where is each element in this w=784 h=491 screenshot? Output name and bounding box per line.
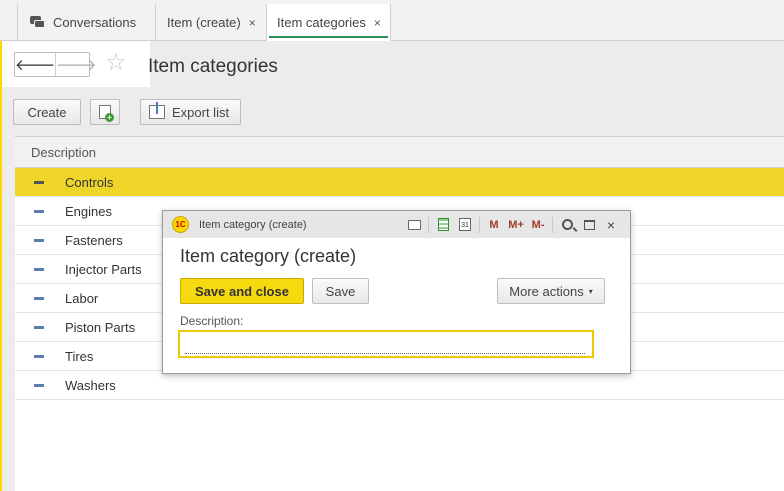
list-item-label: Fasteners	[65, 232, 123, 248]
list-item-label: Injector Parts	[65, 261, 142, 277]
dialog-window-title: Item category (create)	[199, 218, 307, 231]
more-actions-button[interactable]: More actions ▾	[497, 278, 605, 304]
tab-item-categories[interactable]: Item categories ×	[266, 4, 391, 41]
list-item[interactable]: Washers	[15, 371, 784, 400]
list-item-label: Engines	[65, 203, 112, 219]
item-category-dialog: 1С Item category (create) 31 M M+ M- × I…	[162, 210, 631, 374]
list-item-label: Piston Parts	[65, 319, 136, 335]
save-and-close-button[interactable]: Save and close	[180, 278, 304, 304]
calculator-icon[interactable]	[432, 215, 454, 235]
memory-minus-button[interactable]: M-	[527, 215, 549, 235]
item-dash-icon	[34, 296, 44, 300]
zoom-icon[interactable]	[556, 215, 578, 235]
print-icon[interactable]	[403, 215, 425, 235]
export-icon	[149, 102, 165, 119]
chat-icon	[30, 16, 45, 29]
close-icon[interactable]: ×	[600, 215, 622, 235]
list-item-label: Tires	[65, 348, 94, 364]
export-label: Export list	[172, 104, 230, 120]
create-button[interactable]: Create	[13, 99, 81, 125]
list-item-label: Labor	[65, 290, 99, 306]
calendar-icon[interactable]: 31	[454, 215, 476, 235]
favorite-star-icon[interactable]: ☆	[105, 51, 127, 75]
navigation-header: 🡐 🡒 ☆	[2, 41, 150, 87]
memory-plus-button[interactable]: M+	[505, 215, 527, 235]
memory-m-button[interactable]: M	[483, 215, 505, 235]
dialog-tools: 31 M M+ M- ×	[403, 211, 622, 238]
item-dash-icon	[34, 325, 44, 329]
list-item[interactable]: Controls	[15, 168, 784, 197]
close-icon[interactable]: ×	[249, 16, 256, 30]
description-field-frame	[178, 330, 594, 358]
item-dash-icon	[34, 180, 44, 184]
save-button[interactable]: Save	[312, 278, 369, 304]
item-dash-icon	[34, 267, 44, 271]
list-item-label: Controls	[65, 174, 114, 190]
tab-bar: Conversations Item (create) × Item categ…	[0, 0, 784, 41]
description-input[interactable]	[185, 336, 585, 354]
dialog-titlebar[interactable]: 1С Item category (create) 31 M M+ M- ×	[163, 211, 630, 238]
item-dash-icon	[34, 383, 44, 387]
tab-label: Item categories	[277, 15, 366, 30]
item-dash-icon	[34, 238, 44, 242]
page-title: Item categories	[148, 56, 278, 77]
tab-label: Conversations	[53, 15, 137, 30]
item-dash-icon	[34, 354, 44, 358]
back-arrow-icon[interactable]: 🡐	[15, 53, 55, 76]
description-label: Description:	[180, 314, 244, 328]
dialog-heading: Item category (create)	[180, 246, 357, 266]
add-document-icon: +	[99, 105, 114, 122]
tab-conversations[interactable]: Conversations	[17, 4, 154, 41]
dialog-body: Item category (create) Save and close Sa…	[168, 238, 625, 368]
tab-item-create[interactable]: Item (create) ×	[155, 4, 265, 41]
chevron-down-icon: ▾	[588, 286, 593, 296]
more-actions-label: More actions	[509, 283, 584, 299]
item-dash-icon	[34, 209, 44, 213]
1c-logo-icon: 1С	[172, 216, 189, 233]
forward-arrow-icon[interactable]: 🡒	[55, 53, 96, 76]
add-copy-button[interactable]: +	[90, 99, 120, 125]
tab-label: Item (create)	[167, 15, 241, 30]
column-header-description[interactable]: Description	[15, 137, 784, 168]
close-icon[interactable]: ×	[374, 16, 381, 30]
list-item-label: Washers	[65, 377, 116, 393]
export-list-button[interactable]: Export list	[140, 99, 241, 125]
maximize-icon[interactable]	[578, 215, 600, 235]
history-nav: 🡐 🡒	[14, 52, 96, 77]
